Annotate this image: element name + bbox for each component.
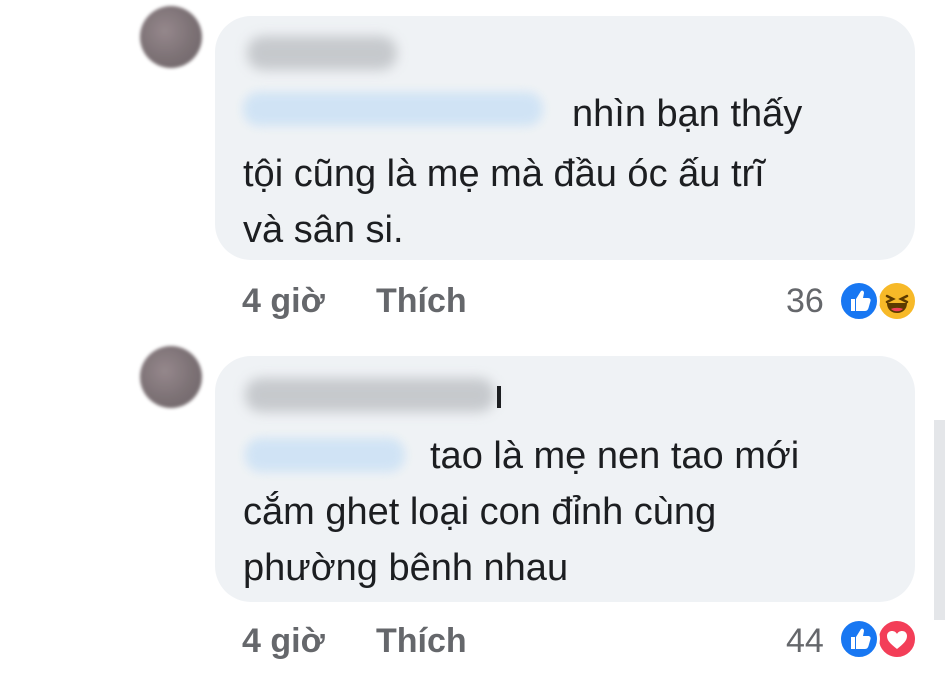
commenter-name-redacted[interactable] — [247, 36, 397, 70]
commenter-name-redacted[interactable] — [245, 378, 495, 412]
mention-tag-redacted[interactable] — [245, 438, 405, 472]
mention-tag-redacted[interactable] — [243, 92, 543, 126]
avatar[interactable] — [140, 346, 202, 408]
like-icon[interactable] — [838, 618, 880, 660]
comment-text-line-1: tao là mẹ nen tao mới — [430, 435, 800, 477]
love-icon[interactable] — [876, 618, 918, 660]
comment-time[interactable]: 4 giờ — [242, 622, 325, 661]
like-icon[interactable] — [838, 280, 880, 322]
haha-icon[interactable] — [876, 280, 918, 322]
text-cursor — [497, 386, 501, 408]
like-action-button[interactable]: Thích — [376, 622, 467, 661]
comment-bubble[interactable]: tao là mẹ nen tao mới cắm ghet loại con … — [215, 356, 915, 602]
comment-text-line-3: phường bênh nhau — [243, 547, 569, 589]
comment-time[interactable]: 4 giờ — [242, 282, 325, 321]
comments-thread: nhìn bạn thấy tội cũng là mẹ mà đầu óc ấ… — [0, 0, 945, 681]
comment-text-line-2: cắm ghet loại con đỉnh cùng — [243, 491, 717, 533]
reaction-count[interactable]: 44 — [786, 622, 824, 661]
reaction-count[interactable]: 36 — [786, 282, 824, 321]
avatar[interactable] — [140, 6, 202, 68]
like-action-button[interactable]: Thích — [376, 282, 467, 321]
comment-bubble[interactable]: nhìn bạn thấy tội cũng là mẹ mà đầu óc ấ… — [215, 16, 915, 260]
comment-text-line-1: nhìn bạn thấy — [572, 93, 803, 135]
scrollbar[interactable] — [934, 420, 945, 620]
comment-text-line-2: tội cũng là mẹ mà đầu óc ấu trĩ — [243, 153, 765, 195]
comment-text-line-3: và sân si. — [243, 209, 404, 251]
